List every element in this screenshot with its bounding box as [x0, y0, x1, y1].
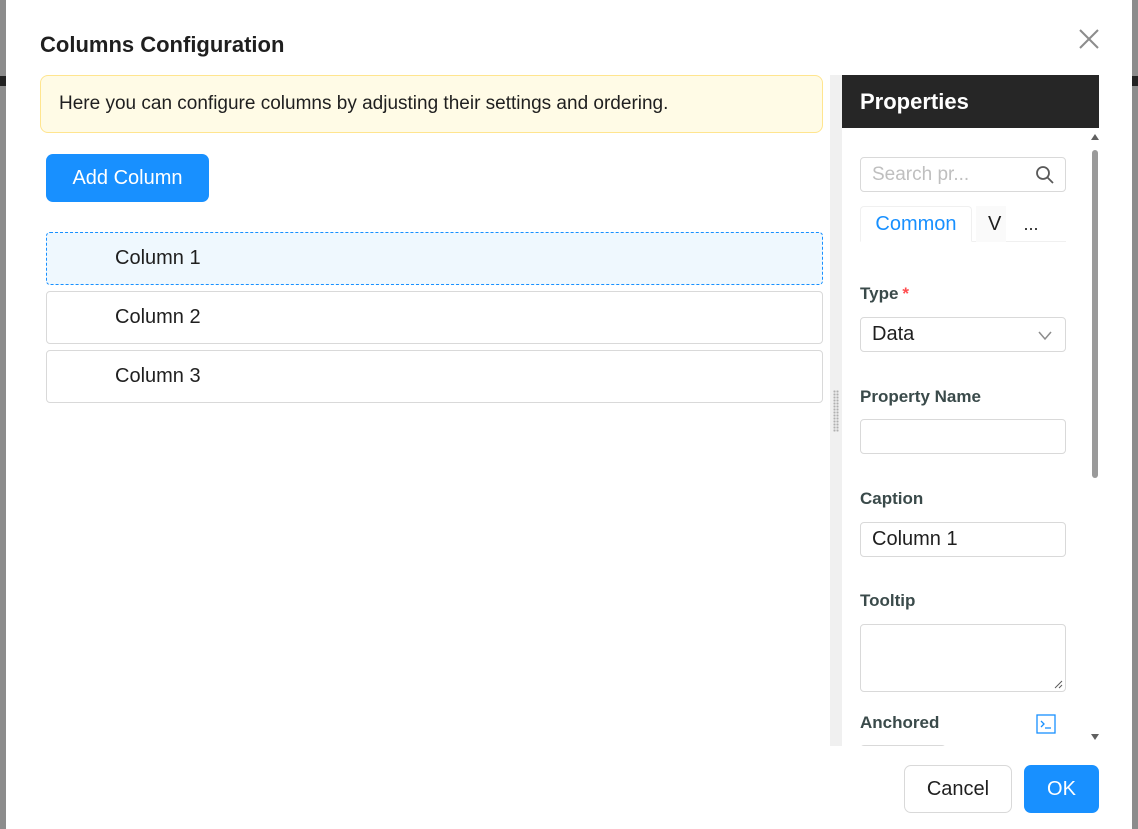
anchored-control[interactable] [860, 745, 946, 746]
close-button[interactable] [1076, 26, 1102, 52]
caption-label: Caption [860, 489, 924, 508]
tab-more[interactable]: ... [1014, 206, 1048, 242]
column-list-item[interactable]: Column 3 [46, 350, 823, 403]
tab-common[interactable]: Common [860, 206, 972, 242]
column-item-label: Column 2 [115, 306, 201, 328]
properties-header: Properties [842, 75, 1099, 128]
required-mark: * [902, 284, 910, 303]
backdrop-right [1132, 0, 1138, 829]
scroll-up-icon[interactable] [1091, 134, 1099, 140]
property-name-label: Property Name [860, 387, 981, 406]
property-name-input[interactable] [860, 419, 1066, 454]
properties-search-input[interactable]: Search pr... [860, 157, 1066, 192]
chevron-down-icon [1038, 331, 1052, 341]
type-label-text: Type [860, 284, 899, 303]
properties-tabs: Common V ... [860, 206, 1066, 242]
code-editor-icon[interactable] [1036, 714, 1056, 734]
columns-configuration-dialog: Columns Configuration Here you can confi… [6, 0, 1132, 829]
splitter-grip-icon[interactable] [833, 390, 839, 432]
ok-button[interactable]: OK [1024, 765, 1099, 813]
tooltip-label: Tooltip [860, 591, 916, 610]
column-list-item[interactable]: Column 2 [46, 291, 823, 344]
info-alert: Here you can configure columns by adjust… [40, 75, 823, 133]
anchored-label: Anchored [860, 713, 940, 732]
properties-panel: Properties Search pr... Common V ... Typ… [842, 75, 1099, 746]
type-label: Type * [860, 284, 909, 304]
close-icon [1079, 29, 1099, 49]
scroll-thumb[interactable] [1092, 150, 1098, 478]
search-placeholder: Search pr... [872, 163, 970, 185]
type-select-value: Data [872, 323, 915, 345]
column-list: Column 1 Column 2 Column 3 [46, 232, 823, 409]
scroll-down-icon[interactable] [1091, 734, 1099, 740]
column-item-label: Column 1 [115, 247, 201, 269]
dialog-title: Columns Configuration [40, 32, 285, 57]
info-alert-text: Here you can configure columns by adjust… [59, 93, 669, 114]
add-column-button[interactable]: Add Column [46, 154, 209, 202]
caption-input[interactable]: Column 1 [860, 522, 1066, 557]
properties-scrollbar[interactable] [1087, 128, 1103, 746]
column-item-label: Column 3 [115, 365, 201, 387]
tooltip-textarea[interactable] [860, 624, 1066, 692]
panel-splitter[interactable] [830, 75, 842, 746]
tab-v[interactable]: V [976, 206, 1006, 242]
resize-handle-icon[interactable] [1053, 679, 1063, 689]
type-select[interactable]: Data [860, 317, 1066, 352]
search-icon[interactable] [1035, 165, 1055, 185]
cancel-button[interactable]: Cancel [904, 765, 1012, 813]
column-list-item[interactable]: Column 1 [46, 232, 823, 285]
backdrop-detail [1132, 76, 1138, 86]
